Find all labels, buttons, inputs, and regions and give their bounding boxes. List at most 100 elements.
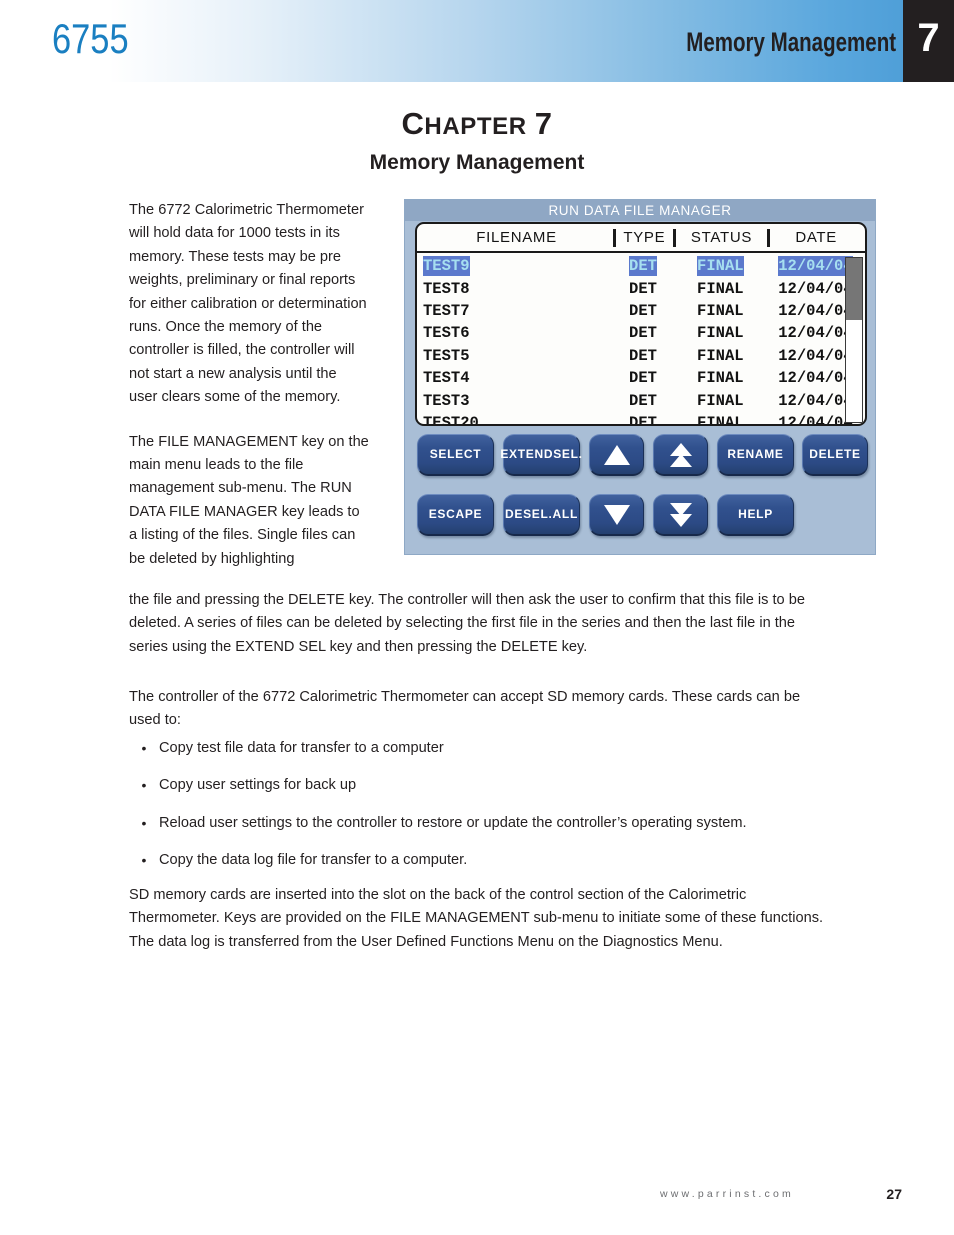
- cell-status: FINAL: [697, 279, 744, 298]
- list-item: • Reload user settings to the controller…: [129, 812, 829, 835]
- extend-sel-label-line1: EXTEND: [500, 447, 554, 461]
- table-row[interactable]: TEST20 DET FINAL 12/04/04: [421, 412, 861, 426]
- chapter-subtitle: Memory Management: [369, 151, 585, 174]
- bullet-icon: •: [141, 777, 147, 794]
- help-button[interactable]: HELP: [717, 494, 794, 536]
- table-row[interactable]: TEST7 DET FINAL 12/04/04: [421, 300, 861, 322]
- table-row[interactable]: TEST8 DET FINAL 12/04/04: [421, 277, 861, 299]
- paragraph-3: The controller of the 6772 Calorimetric …: [129, 689, 801, 729]
- list-item-label: Copy user settings for back up: [159, 777, 357, 794]
- device-screen-title: RUN DATA FILE MANAGER: [405, 200, 875, 221]
- list-item: • Copy user settings for back up: [129, 774, 829, 797]
- bullet-icon: •: [141, 852, 147, 869]
- bullet-icon: •: [141, 814, 147, 831]
- cell-type: DET: [629, 346, 657, 365]
- scroll-down-button[interactable]: [589, 494, 644, 536]
- table-row[interactable]: TEST9 DET FINAL 12/04/04: [421, 255, 861, 277]
- extend-sel-button[interactable]: EXTEND SEL.: [500, 434, 583, 476]
- column-header-status: STATUS: [690, 229, 753, 246]
- device-button-grid: SELECT EXTEND SEL. RENAME DELETE ESCAPE …: [405, 432, 877, 554]
- header-chapter-number: 7: [917, 15, 940, 60]
- scroll-up-button[interactable]: [589, 434, 644, 476]
- footer-page-number: 27: [886, 1186, 902, 1202]
- paragraph-2-continued: the file and pressing the DELETE key. Th…: [129, 592, 805, 655]
- paragraph-2: The FILE MANAGEMENT key on the main menu…: [129, 433, 369, 567]
- paragraph-4: SD memory cards are inserted into the sl…: [129, 887, 824, 950]
- intro-text-column: The 6772 Calorimetric Thermometer will h…: [129, 199, 369, 592]
- escape-button[interactable]: ESCAPE: [417, 494, 494, 536]
- cell-filename: TEST9: [423, 256, 470, 277]
- scrollbar-thumb[interactable]: [846, 258, 862, 320]
- cell-filename: TEST7: [423, 301, 470, 320]
- desel-all-label-line2: ALL: [552, 507, 578, 521]
- cell-filename: TEST3: [423, 391, 470, 410]
- cell-status: FINAL: [697, 324, 744, 343]
- column-header-type: TYPE: [623, 229, 666, 246]
- cell-type: DET: [629, 279, 657, 298]
- delete-button[interactable]: DELETE: [802, 434, 868, 476]
- table-row[interactable]: TEST3 DET FINAL 12/04/04: [421, 389, 861, 411]
- cell-type: DET: [629, 256, 657, 277]
- file-list-scrollbar[interactable]: [845, 257, 863, 423]
- header-chapter-title: Memory Management: [686, 27, 896, 57]
- cell-status: FINAL: [697, 301, 744, 320]
- cell-status: FINAL: [697, 346, 744, 365]
- list-item: • Copy the data log file for transfer to…: [129, 849, 829, 872]
- double-arrow-down-icon: [669, 502, 692, 527]
- page-footer: www.parrinst.com 27: [0, 1186, 954, 1212]
- column-separator-1: [613, 228, 617, 247]
- cell-type: DET: [629, 301, 657, 320]
- chapter-label-line: CHAPTER 7: [0, 106, 954, 145]
- rename-button[interactable]: RENAME: [717, 434, 794, 476]
- list-item-label: Copy test file data for transfer to a co…: [159, 740, 444, 756]
- footer-website-url: www.parrinst.com: [659, 1188, 794, 1200]
- list-item-label: Copy the data log file for transfer to a…: [159, 852, 468, 869]
- chapter-heading: CHAPTER 7 Memory Management: [0, 106, 954, 176]
- cell-type: DET: [629, 413, 657, 426]
- cell-filename: TEST6: [423, 324, 470, 343]
- desel-all-label-line1: DESEL.: [505, 507, 553, 521]
- list-item: • Copy test file data for transfer to a …: [129, 737, 829, 760]
- arrow-up-icon: [603, 444, 630, 465]
- table-row[interactable]: TEST6 DET FINAL 12/04/04: [421, 322, 861, 344]
- page-header: 6755 Memory Management 7: [0, 0, 954, 82]
- cell-type: DET: [629, 324, 657, 343]
- list-item-label: Reload user settings to the controller t…: [159, 814, 747, 831]
- column-separator-3: [767, 228, 771, 247]
- chapter-label-cap: C: [401, 106, 425, 141]
- page-up-button[interactable]: [653, 434, 708, 476]
- cell-status: FINAL: [697, 256, 744, 277]
- chapter-label-number: 7: [534, 106, 553, 141]
- paragraph-1: The 6772 Calorimetric Thermometer will h…: [129, 202, 367, 406]
- file-list-header-row: FILENAME TYPE STATUS DATE: [417, 224, 865, 253]
- select-button[interactable]: SELECT: [417, 434, 494, 476]
- extend-sel-label-line2: SEL.: [553, 447, 583, 461]
- cell-type: DET: [629, 391, 657, 410]
- page-down-button[interactable]: [653, 494, 708, 536]
- device-screen-panel: RUN DATA FILE MANAGER FILENAME TYPE STAT…: [404, 199, 876, 555]
- file-list-body: TEST9 DET FINAL 12/04/04 TEST8 DET FINAL 12/04/…: [417, 255, 865, 424]
- cell-status: FINAL: [697, 369, 744, 388]
- file-list-frame: FILENAME TYPE STATUS DATE TEST9 DET FINAL 1…: [415, 222, 867, 426]
- bullet-icon: •: [141, 740, 147, 756]
- deselect-all-button[interactable]: DESEL. ALL: [503, 494, 580, 536]
- paragraph-3-block: The controller of the 6772 Calorimetric …: [129, 686, 829, 733]
- double-arrow-up-icon: [669, 442, 692, 467]
- arrow-down-icon: [603, 504, 630, 525]
- header-model-number: 6755: [52, 15, 129, 62]
- cell-filename: TEST8: [423, 279, 470, 298]
- cell-filename: TEST20: [423, 413, 479, 426]
- cell-status: FINAL: [697, 391, 744, 410]
- cell-type: DET: [629, 369, 657, 388]
- cell-filename: TEST5: [423, 346, 470, 365]
- sd-card-uses-list: • Copy test file data for transfer to a …: [129, 737, 829, 887]
- column-separator-2: [672, 228, 676, 247]
- table-row[interactable]: TEST5 DET FINAL 12/04/04: [421, 345, 861, 367]
- column-header-filename: FILENAME: [476, 229, 557, 246]
- chapter-label-rest: HAPTER: [424, 113, 527, 140]
- cell-status: FINAL: [697, 413, 744, 426]
- column-header-date: DATE: [795, 229, 838, 246]
- paragraph-2-continued-block: the file and pressing the DELETE key. Th…: [129, 589, 829, 659]
- table-row[interactable]: TEST4 DET FINAL 12/04/04: [421, 367, 861, 389]
- header-chapter-number-box: 7: [903, 0, 954, 82]
